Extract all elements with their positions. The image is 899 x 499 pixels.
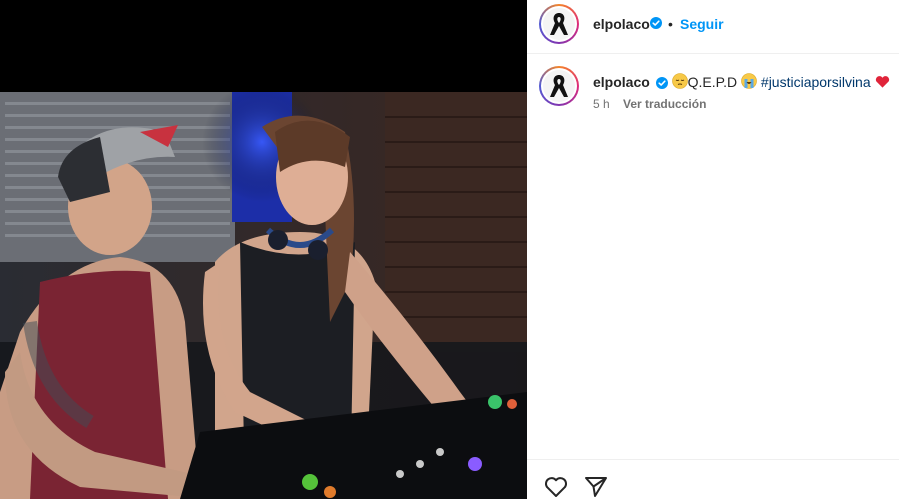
loudly-crying-face-emoji	[741, 73, 757, 89]
author-username[interactable]: elpolaco	[593, 16, 650, 32]
follow-button[interactable]: Seguir	[680, 16, 724, 32]
author-avatar[interactable]	[539, 4, 579, 44]
post-caption: elpolaco Q.E.P.D #justiciaporsilvina	[593, 73, 890, 90]
see-translation-link[interactable]: Ver traducción	[623, 97, 706, 111]
dj-photo-illustration	[0, 92, 527, 499]
caption-meta: 5 h Ver traducción	[593, 97, 706, 111]
caption-row: elpolaco Q.E.P.D #justiciaporsilvina 5 h…	[527, 56, 899, 126]
caption-hashtag[interactable]: #justiciaporsilvina	[761, 74, 871, 90]
post-photo[interactable]	[0, 92, 527, 499]
post-actions	[527, 459, 899, 499]
verified-badge-icon	[650, 17, 662, 29]
paper-plane-icon[interactable]	[583, 474, 609, 499]
post-header: elpolaco • Seguir	[527, 0, 899, 54]
caption-text: Q.E.P.D	[687, 74, 738, 90]
post-time: 5 h	[593, 97, 610, 111]
black-ribbon-icon	[550, 13, 568, 35]
post-media[interactable]	[0, 0, 527, 499]
caption-username[interactable]: elpolaco	[593, 74, 650, 90]
header-separator: •	[668, 16, 673, 32]
verified-badge-icon	[655, 77, 668, 89]
pensive-face-emoji	[671, 73, 688, 89]
heart-outline-icon[interactable]	[543, 474, 569, 499]
caption-avatar[interactable]	[539, 66, 579, 106]
red-heart-emoji	[875, 76, 889, 88]
post-sidebar: elpolaco • Seguir elpolaco Q.E.P.D #just…	[527, 0, 899, 499]
black-ribbon-icon	[550, 75, 568, 97]
